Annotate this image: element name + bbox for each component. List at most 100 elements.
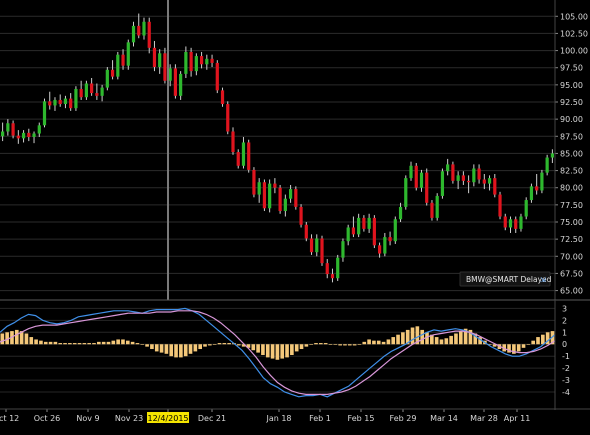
candle <box>58 94 62 107</box>
candle <box>467 175 471 194</box>
candle <box>529 183 534 203</box>
histogram-bar <box>352 344 357 346</box>
candle <box>215 60 219 94</box>
histogram-bar <box>92 343 96 345</box>
candle <box>84 80 88 100</box>
histogram-bar <box>188 344 193 354</box>
histogram-bar <box>396 334 400 345</box>
macd-tick-label: 2 <box>562 316 567 325</box>
histogram-bar <box>193 344 198 352</box>
candle <box>257 178 261 203</box>
histogram-bar <box>526 344 531 345</box>
histogram-bar <box>34 339 38 345</box>
candle <box>37 122 41 137</box>
candle <box>535 174 539 195</box>
histogram-bar <box>125 340 130 345</box>
candle <box>147 17 151 54</box>
instrument-badge[interactable]: BMW@SMART Delayed ⇲ <box>459 271 552 287</box>
date-tick-label: Apr 11 <box>504 414 531 423</box>
candle <box>351 216 356 238</box>
macd-tick-label: -4 <box>562 388 570 397</box>
histogram-bar <box>217 343 222 345</box>
histogram-bar <box>265 344 270 358</box>
histogram-bar <box>328 344 333 345</box>
candle <box>508 216 513 233</box>
histogram-bar <box>183 344 188 357</box>
histogram-bar <box>101 341 106 345</box>
candle <box>137 13 141 39</box>
price-tick-label: 82.50 <box>560 167 583 176</box>
histogram-bar <box>164 344 169 354</box>
price-tick-label: 105.00 <box>560 12 588 21</box>
date-axis: Oct 12 Oct 26 Nov 9 Nov 23 12/4/2015 Dec 21 Ja… <box>0 408 590 423</box>
histogram-bar <box>39 340 43 345</box>
stock-chart[interactable]: 105.00 102.50 100.00 97.50 95.00 92.50 90.00 87… <box>0 0 590 431</box>
candle <box>446 158 450 176</box>
candle <box>27 128 31 142</box>
candle <box>393 216 397 244</box>
candle <box>278 184 282 214</box>
candle <box>330 268 335 283</box>
candle <box>247 139 251 173</box>
histogram-bar <box>299 344 304 350</box>
candle <box>325 259 329 279</box>
histogram-bar <box>169 344 174 357</box>
histogram-bar <box>140 344 145 345</box>
price-tick-label: 77.50 <box>560 201 583 210</box>
date-tick-label: Dec 21 <box>198 414 226 423</box>
candle <box>414 163 418 191</box>
candle <box>173 64 178 99</box>
chart-canvas[interactable]: 105.00 102.50 100.00 97.50 95.00 92.50 90.00 87… <box>0 0 590 431</box>
histogram-bar <box>362 341 367 345</box>
candle <box>21 130 26 143</box>
macd-tick-label: 0 <box>562 340 567 349</box>
candle <box>241 136 246 169</box>
candle <box>435 193 439 221</box>
candle <box>16 130 20 144</box>
histogram-bar <box>208 344 212 346</box>
candle <box>377 242 382 258</box>
histogram-bar <box>458 331 463 345</box>
date-tick-label: Feb 15 <box>348 414 375 423</box>
histogram-bar <box>174 344 178 358</box>
price-gridlines <box>0 15 555 292</box>
date-tick-label: Feb 1 <box>309 414 331 423</box>
price-axis: 105.00 102.50 100.00 97.50 95.00 92.50 90.00 87… <box>554 0 588 300</box>
candle <box>315 234 319 257</box>
candle <box>158 49 162 74</box>
candle <box>545 154 549 176</box>
histogram-bar <box>449 335 453 345</box>
candle <box>231 127 235 155</box>
date-tick-label: Oct 12 <box>0 414 19 423</box>
macd-tick-label: 1 <box>562 328 567 337</box>
price-tick-label: 95.00 <box>560 81 583 90</box>
candle <box>430 200 434 221</box>
candle <box>126 39 130 70</box>
candle <box>74 86 78 111</box>
candle <box>48 91 52 110</box>
histogram-bar <box>106 341 111 345</box>
candle <box>451 161 455 184</box>
price-tick-label: 65.00 <box>560 287 583 296</box>
histogram-bar <box>290 344 294 355</box>
histogram-bar <box>222 343 227 345</box>
price-tick-label: 92.50 <box>560 98 583 107</box>
candle <box>189 47 193 77</box>
candle <box>283 194 287 217</box>
date-tick-label: Nov 23 <box>115 414 143 423</box>
expand-icon: ⇲ <box>540 276 546 284</box>
histogram-bar <box>323 343 328 345</box>
histogram-bar <box>531 340 535 345</box>
histogram-bar <box>309 344 313 345</box>
candle <box>184 46 188 78</box>
histogram-bar <box>294 344 299 352</box>
histogram-bar <box>236 344 241 346</box>
histogram-bar <box>130 341 135 345</box>
candle <box>79 80 83 100</box>
candle <box>100 84 104 102</box>
price-tick-label: 85.00 <box>560 149 583 158</box>
candle <box>299 204 303 228</box>
histogram-bar <box>381 341 386 345</box>
price-tick-label: 75.00 <box>560 218 583 227</box>
candle <box>69 93 73 111</box>
